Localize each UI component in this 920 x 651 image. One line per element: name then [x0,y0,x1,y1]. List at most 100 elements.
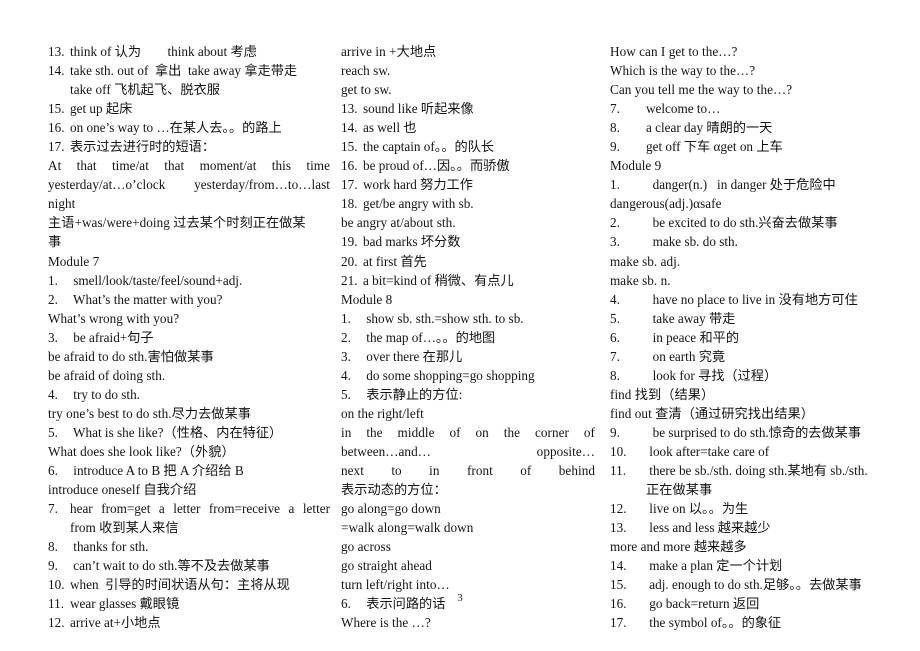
entry-number: 11. [610,463,626,479]
numbered-entry: 14. take sth. out of 拿出 take away 拿走带走 [48,61,330,80]
entry-number: 2. [341,329,351,345]
text-column-3: How can I get to the…? Which is the way t… [602,42,888,632]
numbered-entry: 1. show sb. sth.=show sth. to sb. [341,309,595,328]
entry-text: take away 带走 [646,310,736,326]
entry-number: 17. [610,615,627,631]
entry-number: 4. [48,386,58,402]
continuation-line: take off 飞机起飞、脱衣服 [70,82,221,98]
entry-text: be surprised to do sth.惊奇的去做某事 [646,424,862,440]
numbered-entry: 9. get off 下车 αget on 上车 [610,137,888,156]
numbered-entry: 14. as well 也 [341,118,595,137]
numbered-entry: 8. look for 寻找（过程） [610,366,888,385]
numbered-entry: 5. take away 带走 [610,309,888,328]
text-line: Can you tell me the way to the…? [610,82,793,98]
entry-text: the captain of。。的队长 [363,139,495,155]
text-line: What does she look like?（外貌） [48,443,235,459]
numbered-entry: 7. welcome to… [610,99,888,118]
numbered-entry: 12. arrive at+小地点 [48,613,330,632]
entry-number: 7. [610,101,620,117]
entry-number: 13. [610,520,627,536]
text-line: Module 8 [341,291,393,307]
entry-number: 1. [341,310,351,326]
entry-text: get off 下车 αget on 上车 [646,139,783,155]
text-line: Module 7 [48,253,100,269]
numbered-entry: 16. be proud of…因。。而骄傲 [341,156,595,175]
entry-text: What’s the matter with you? [70,291,223,307]
text-line: be afraid to do sth.害怕做某事 [48,348,214,364]
entry-number: 1. [610,177,620,193]
entry-number: 16. [48,120,65,136]
entry-number: 5. [610,310,620,326]
entry-number: 15. [48,101,65,117]
text-line: make sb. adj. [610,253,681,269]
entry-text: be proud of…因。。而骄傲 [363,158,510,174]
entry-text: What is she like?（性格、内在特征） [70,424,283,440]
numbered-entry: 21. a bit=kind of 稍微、有点儿 [341,271,595,290]
entry-text: thanks for sth. [70,539,149,555]
entry-text: look for 寻找（过程） [646,367,778,383]
numbered-entry: 9. be surprised to do sth.惊奇的去做某事 [610,423,888,442]
entry-text: 表示过去进行时的短语： [70,139,216,155]
entry-text: sound like 听起来像 [363,101,474,117]
entry-text: make a plan 定一个计划 [646,558,783,574]
entry-text: make sb. do sth. [646,234,738,250]
text-line: night [48,196,76,212]
text-line: arrive in +大地点 [341,44,437,59]
entry-text: hear from=get a letter from=receive a le… [70,501,330,517]
entry-number: 2. [48,291,58,307]
entry-number: 3. [610,234,620,250]
entry-number: 4. [610,291,620,307]
entry-text: welcome to… [646,101,721,117]
numbered-entry: 19. bad marks 坏分数 [341,232,595,251]
entry-number: 1. [48,272,58,288]
continuation-line: from 收到某人来信 [70,520,179,536]
numbered-entry: 5. What is she like?（性格、内在特征） [48,423,330,442]
entry-text: at first 首先 [363,253,427,269]
numbered-entry: 10. look after=take care of [610,442,888,461]
text-line: find 找到（结果） [610,386,715,402]
entry-number: 3. [48,329,58,345]
text-line: be angry at/about sth. [341,215,456,231]
entry-number: 16. [341,158,358,174]
text-line: =walk along=walk down [341,520,474,536]
justified-text-line: next to in front of behind [341,463,595,479]
text-line: be afraid of doing sth. [48,367,166,383]
entry-text: a clear day 晴朗的一天 [646,120,773,136]
three-column-text-body: 13. think of 认为 think about 考虑 14. take sth… [48,42,888,630]
numbered-entry: 13. think of 认为 think about 考虑 [48,42,330,61]
text-line: 事 [48,234,62,250]
numbered-entry: 4. have no place to live in 没有地方可住 [610,290,888,309]
text-line: Which is the way to the…? [610,63,756,79]
numbered-entry: 15. get up 起床 [48,99,330,118]
entry-text: show sb. sth.=show sth. to sb. [363,310,524,326]
entry-text: introduce A to B 把 A 介绍给 B [70,463,244,479]
entry-text: live on 以。。为生 [646,501,749,517]
numbered-entry: 13. less and less 越来越少 [610,518,888,537]
entry-number: 6. [48,463,58,479]
numbered-entry: 17. work hard 努力工作 [341,175,595,194]
entry-number: 14. [48,63,65,79]
text-line: try one’s best to do sth.尽力去做某事 [48,405,252,421]
text-line: more and more 越来越多 [610,539,747,555]
text-line: go straight ahead [341,558,432,574]
entry-text: smell/look/taste/feel/sound+adj. [70,272,243,288]
entry-number: 15. [341,139,358,155]
numbered-entry: 2. be excited to do sth.兴奋去做某事 [610,213,888,232]
numbered-entry: 8. a clear day 晴朗的一天 [610,118,888,137]
entry-number: 10. [610,443,627,459]
entry-text: less and less 越来越少 [646,520,771,536]
entry-number: 5. [48,424,58,440]
entry-text: look after=take care of [646,443,770,459]
text-line: find out 查清（通过研究找出结果） [610,405,814,421]
justified-text-line: At that time/at that moment/at this time [48,158,330,174]
entry-number: 8. [48,539,58,555]
entry-number: 3. [341,348,351,364]
entry-text: work hard 努力工作 [363,177,473,193]
entry-text: over there 在那儿 [363,348,463,364]
text-line: Module 9 [610,158,662,174]
entry-text: get/be angry with sb. [363,196,474,212]
entry-number: 5. [341,386,351,402]
entry-text: can’t wait to do sth.等不及去做某事 [70,558,270,574]
numbered-entry: 9. can’t wait to do sth.等不及去做某事 [48,556,330,575]
text-line: introduce oneself 自我介绍 [48,482,197,498]
